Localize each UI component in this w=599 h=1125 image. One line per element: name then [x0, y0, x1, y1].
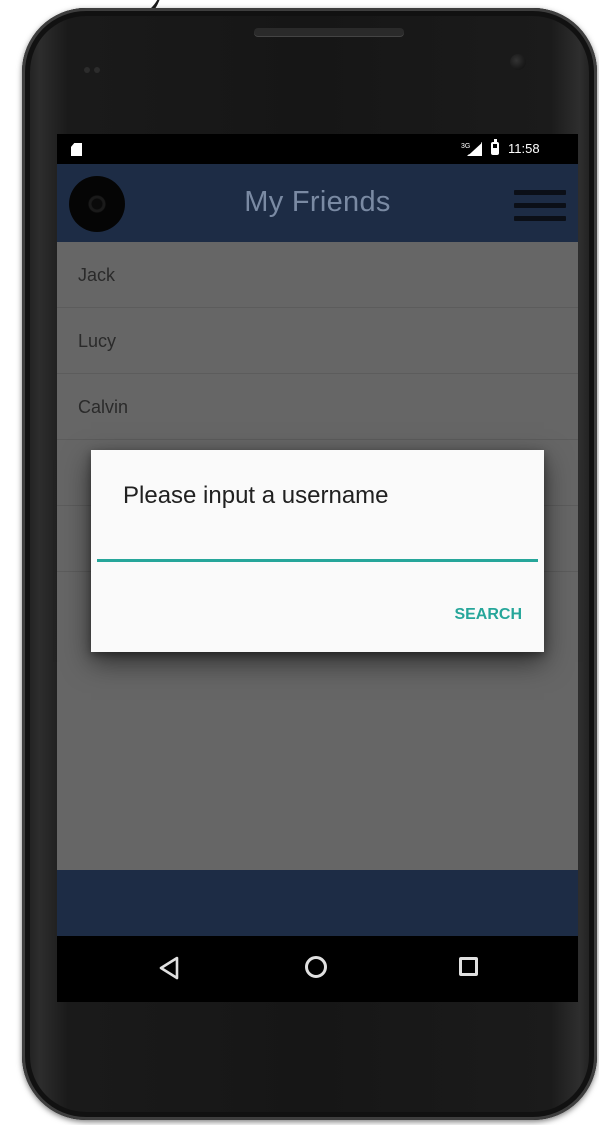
earpiece-speaker — [254, 28, 404, 36]
list-item[interactable]: Lucy — [57, 308, 578, 374]
hamburger-menu-icon[interactable] — [514, 190, 566, 226]
sd-card-icon — [71, 143, 82, 156]
battery-icon — [491, 139, 499, 155]
username-input[interactable] — [97, 534, 538, 562]
username-dialog: Please input a username SEARCH — [91, 450, 544, 652]
nav-home-icon[interactable] — [305, 956, 327, 978]
nav-back-icon[interactable] — [157, 955, 181, 981]
status-bar: 3G 11:58 — [57, 134, 578, 164]
nav-recents-icon[interactable] — [459, 957, 478, 976]
signal-icon: 3G — [461, 142, 482, 156]
front-camera — [510, 54, 526, 70]
status-time: 11:58 — [508, 141, 540, 156]
search-button[interactable]: SEARCH — [427, 598, 527, 632]
dialog-title: Please input a username — [123, 482, 389, 509]
list-item[interactable]: Calvin — [57, 374, 578, 440]
device-frame-stage: 3G 11:58 My Friends Jack Lucy Calvin Ple… — [0, 0, 599, 1125]
svg-text:3G: 3G — [461, 143, 470, 150]
system-navigation-bar — [57, 936, 578, 1002]
list-item[interactable]: Jack — [57, 242, 578, 308]
proximity-sensor — [84, 60, 114, 73]
app-bar: My Friends — [57, 164, 578, 242]
bottom-bar — [57, 870, 578, 936]
page-title: My Friends — [244, 186, 391, 218]
